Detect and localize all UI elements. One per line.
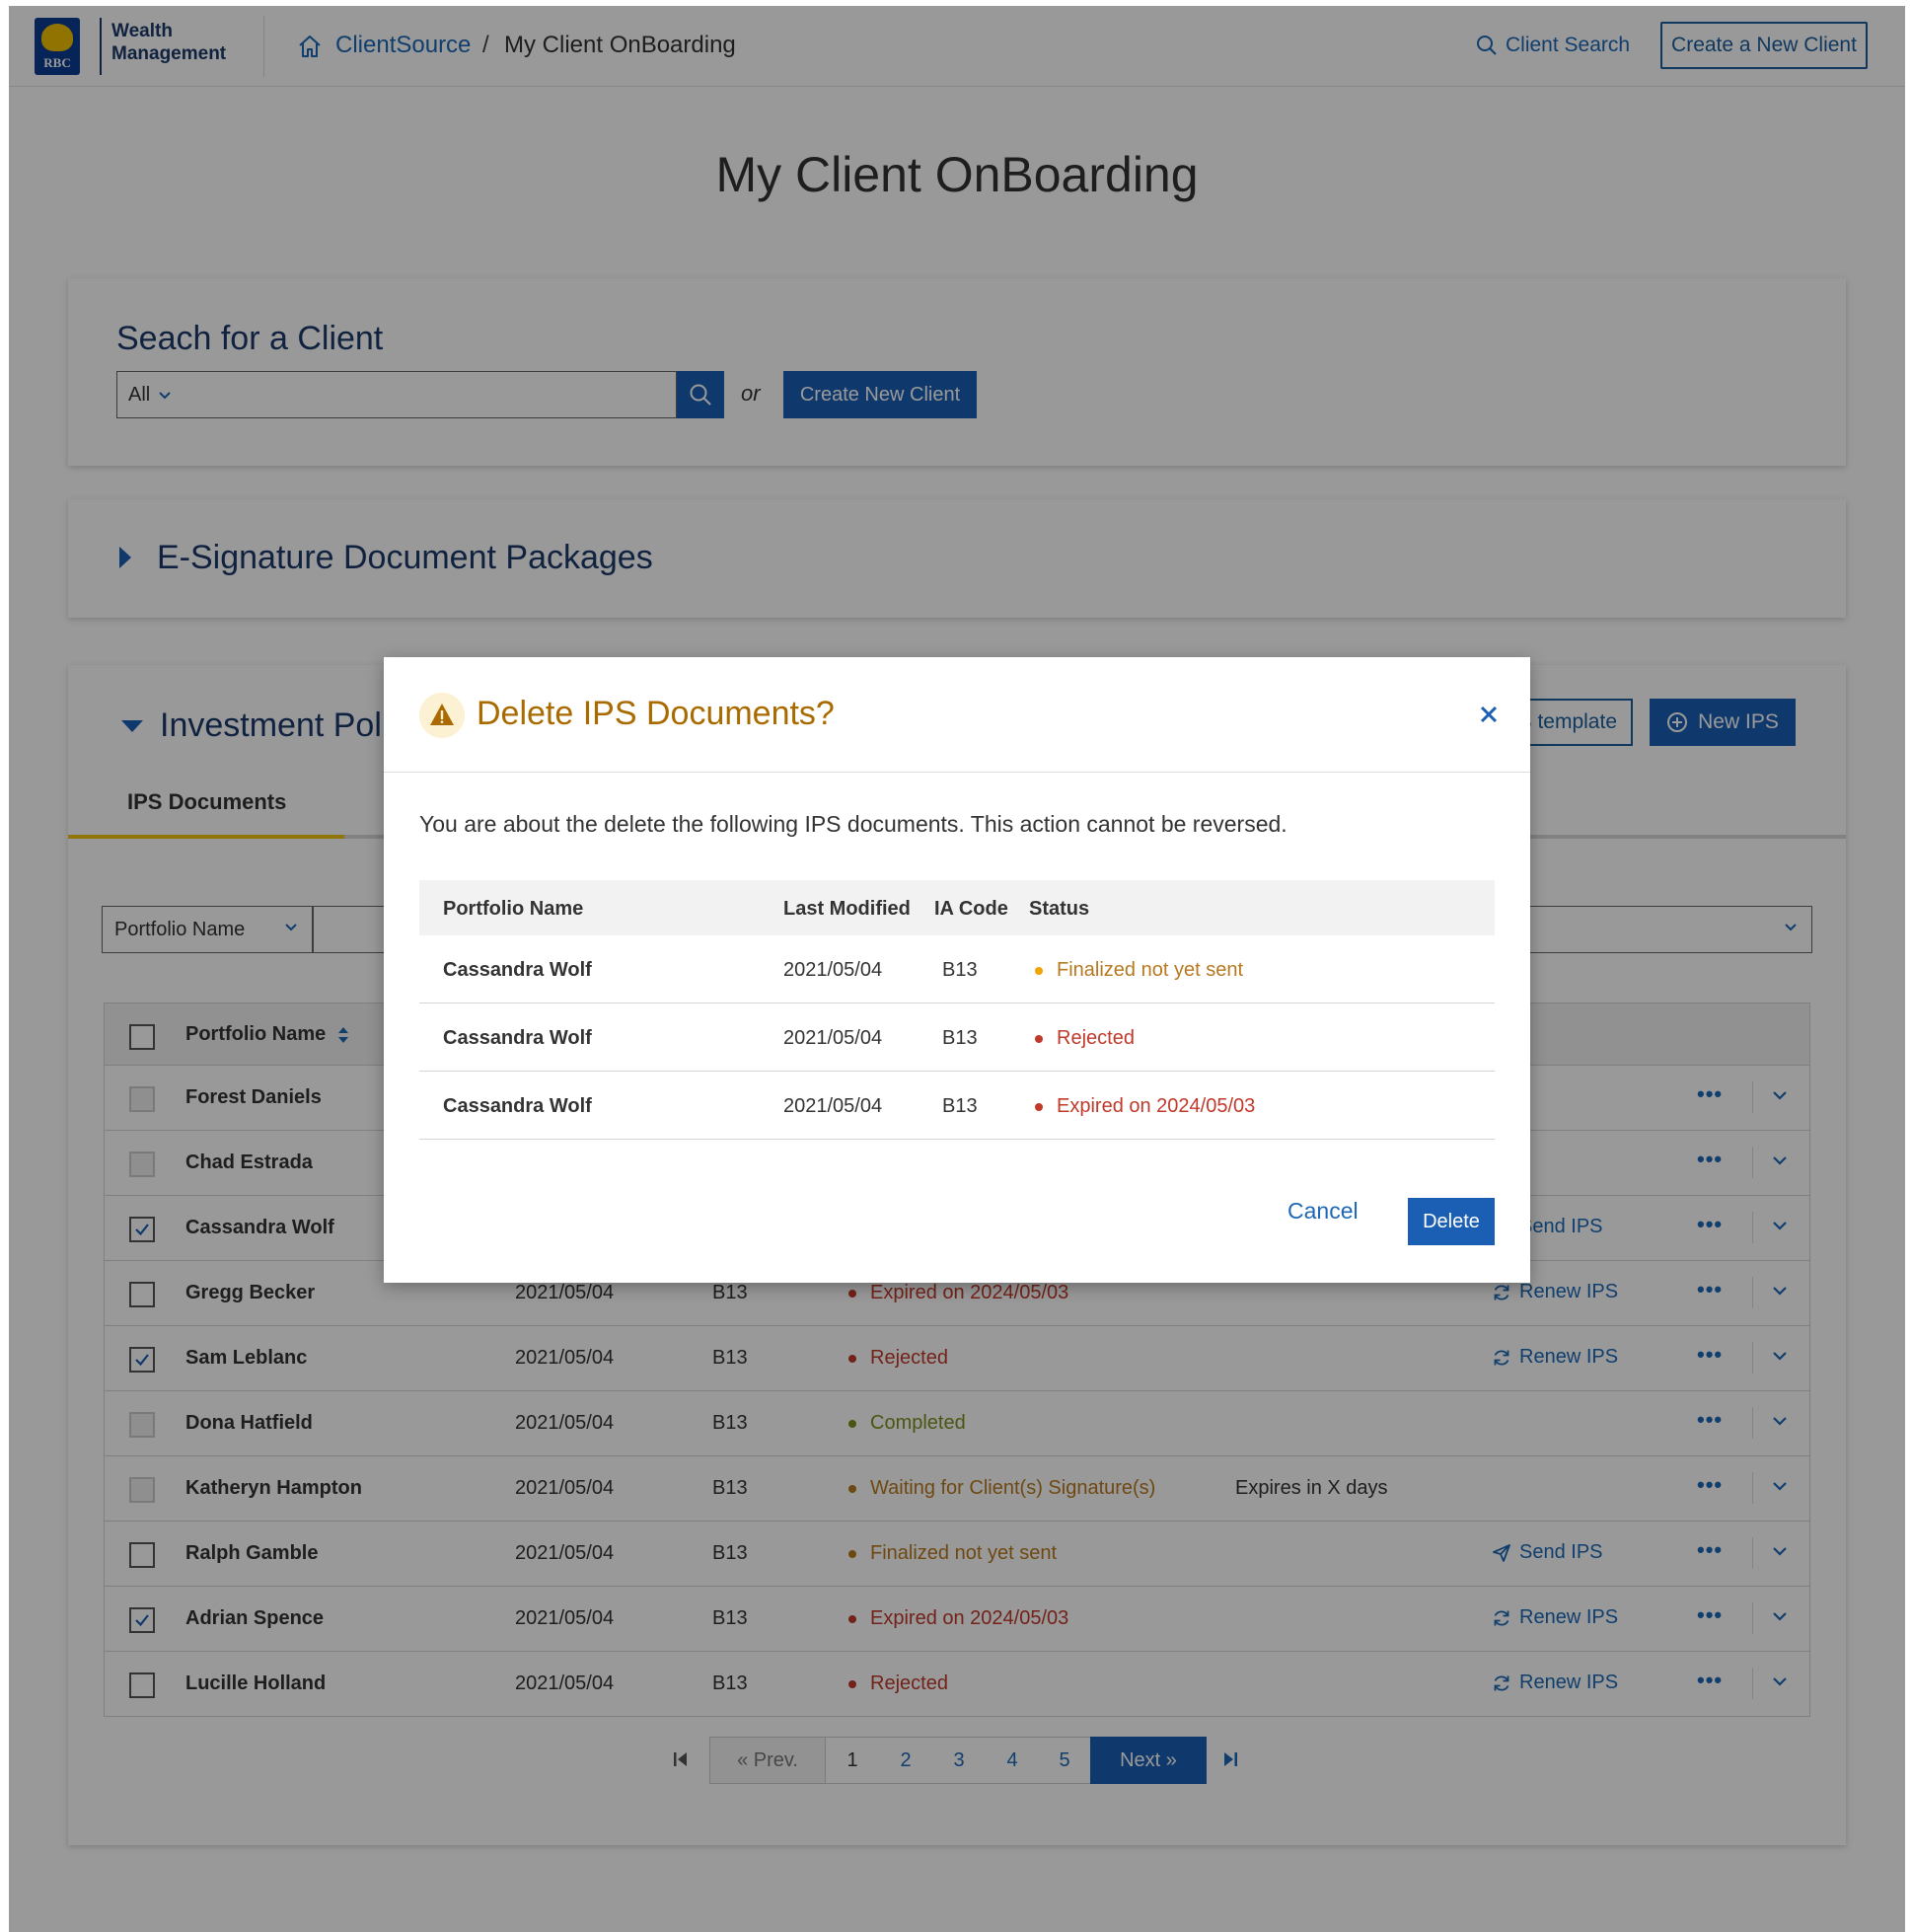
ia-code: B13	[942, 959, 978, 981]
close-icon[interactable]	[1477, 703, 1501, 726]
portfolio-name: Cassandra Wolf	[443, 1095, 592, 1117]
portfolio-name: Cassandra Wolf	[443, 1027, 592, 1049]
status-dot	[1035, 966, 1043, 975]
warning-icon	[419, 693, 465, 738]
last-modified: 2021/05/04	[783, 1027, 883, 1049]
delete-button[interactable]: Delete	[1408, 1198, 1495, 1245]
last-modified: 2021/05/04	[783, 1095, 883, 1117]
dialog-table-row: Cassandra Wolf 2021/05/04 B13 Expired on 20…	[419, 1072, 1495, 1140]
status-text: Finalized not yet sent	[1057, 959, 1243, 981]
status-text: Expired on 2024/05/03	[1057, 1095, 1256, 1117]
dialog-column-status: Status	[1029, 898, 1090, 920]
dialog-table-header: Portfolio Name Last Modified IA Code Sta…	[419, 880, 1495, 935]
dialog-column-ia-code: IA Code	[934, 898, 1008, 920]
dialog-column-last-modified: Last Modified	[783, 898, 911, 920]
status-dot	[1035, 1102, 1043, 1111]
dialog-table-body: Cassandra Wolf 2021/05/04 B13 Finalized not…	[419, 935, 1495, 1140]
dialog-column-portfolio-name: Portfolio Name	[443, 898, 584, 920]
dialog-message: You are about the delete the following I…	[419, 811, 1287, 837]
dialog-documents-table: Portfolio Name Last Modified IA Code Sta…	[419, 880, 1495, 1140]
dialog-title: Delete IPS Documents?	[477, 695, 835, 732]
cancel-button[interactable]: Cancel	[1287, 1198, 1359, 1225]
dialog-table-row: Cassandra Wolf 2021/05/04 B13 Rejected	[419, 1003, 1495, 1072]
dialog-table-row: Cassandra Wolf 2021/05/04 B13 Finalized not…	[419, 935, 1495, 1003]
status-badge: Rejected	[1035, 1027, 1135, 1050]
status-dot	[1035, 1034, 1043, 1043]
ia-code: B13	[942, 1095, 978, 1117]
status-badge: Finalized not yet sent	[1035, 959, 1243, 982]
delete-ips-dialog: Delete IPS Documents? You are about the …	[384, 657, 1530, 1283]
portfolio-name: Cassandra Wolf	[443, 959, 592, 981]
status-text: Rejected	[1057, 1027, 1135, 1049]
status-badge: Expired on 2024/05/03	[1035, 1095, 1255, 1118]
ia-code: B13	[942, 1027, 978, 1049]
last-modified: 2021/05/04	[783, 959, 883, 981]
dialog-header: Delete IPS Documents?	[384, 657, 1530, 773]
